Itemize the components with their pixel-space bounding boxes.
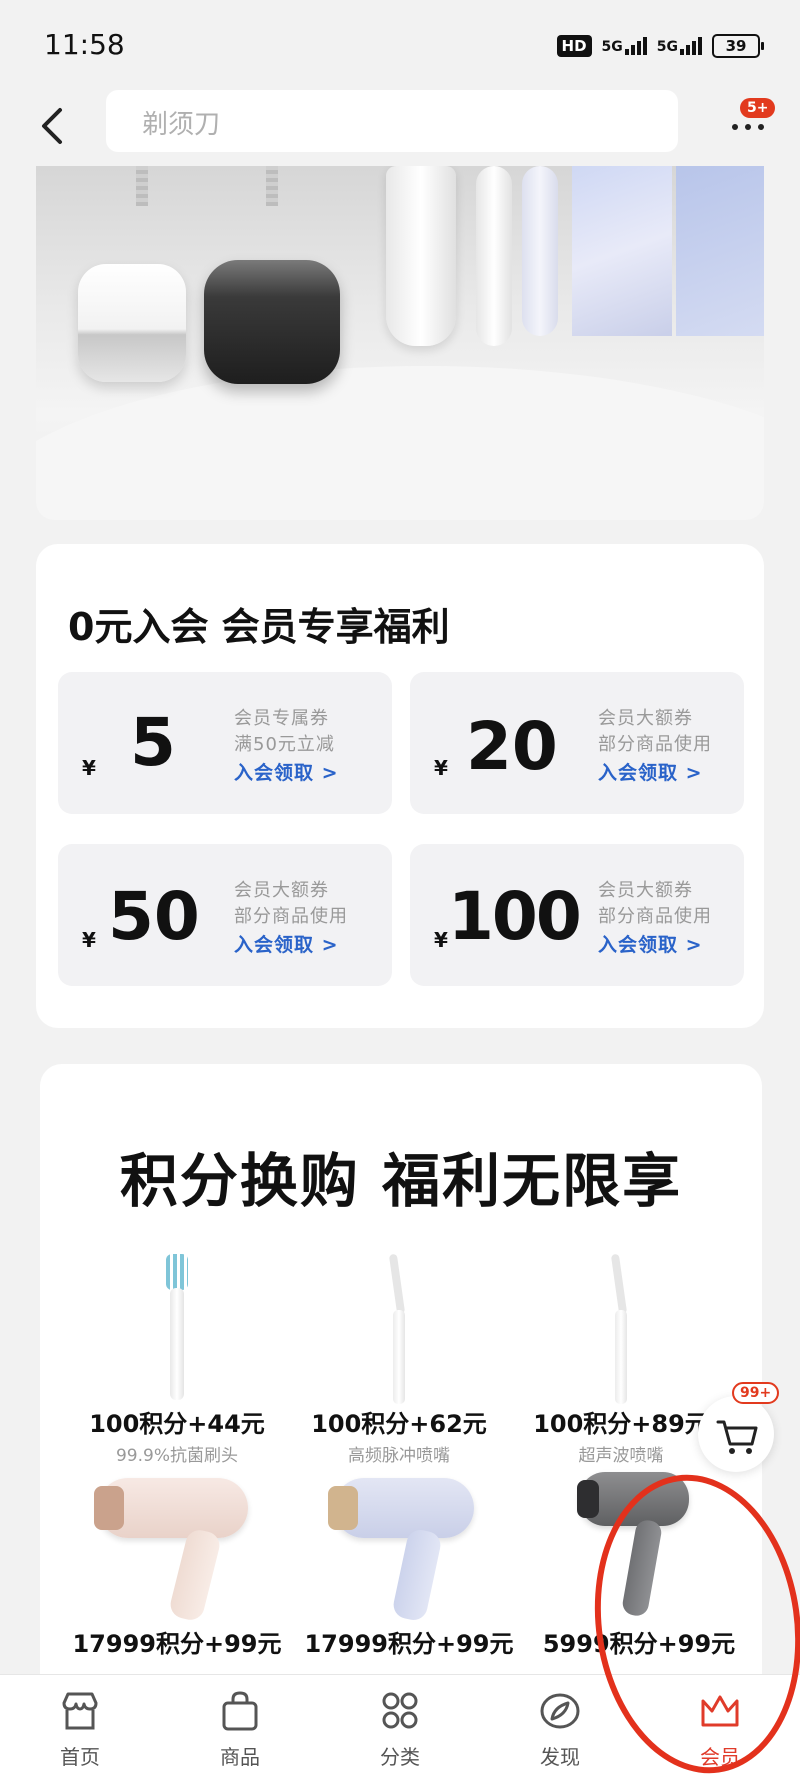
sim1-label: 5G xyxy=(601,39,623,55)
currency-symbol: ¥ xyxy=(82,928,96,952)
bottom-tab-bar: 首页 商品 分类 发现 会员 xyxy=(0,1674,800,1777)
product-box-image xyxy=(572,166,672,336)
claim-coupon-link[interactable]: 入会领取 > xyxy=(598,930,703,957)
item-description: 99.9%抗菌刷头 xyxy=(115,1446,238,1466)
toothbrush-image xyxy=(522,166,558,336)
coupon-condition: 满50元立减 xyxy=(234,734,335,755)
tab-member[interactable]: 会员 xyxy=(640,1675,800,1777)
status-bar: 11:58 HD 5G 5G 39 xyxy=(0,0,800,90)
signal-1-icon: 5G xyxy=(602,37,647,55)
hd-voice-icon: HD xyxy=(556,35,592,57)
banner-background xyxy=(36,366,764,520)
item-description: 高频脉冲喷嘴 xyxy=(348,1446,450,1466)
cord-decoration xyxy=(136,166,148,206)
shaver-white-image xyxy=(78,264,186,382)
coupon-condition: 部分商品使用 xyxy=(234,906,348,927)
exchange-item[interactable]: 100积分+44元 99.9%抗菌刷头 xyxy=(62,1254,292,1466)
more-menu-button[interactable]: 5+ xyxy=(726,98,776,144)
floating-cart-button[interactable]: 99+ xyxy=(698,1382,780,1472)
message-badge: 5+ xyxy=(740,98,776,118)
back-button[interactable] xyxy=(34,96,74,152)
tab-label: 首页 xyxy=(60,1745,100,1769)
currency-symbol: ¥ xyxy=(434,928,448,952)
coupon-type: 会员大额券 xyxy=(234,880,329,901)
coupon-amount: 100 xyxy=(448,878,582,955)
item-price: 5999积分+99元 xyxy=(542,1630,736,1658)
coupon-card[interactable]: ¥ 5 会员专属券 满50元立减 入会领取 > xyxy=(58,672,392,814)
coupon-amount: 5 xyxy=(130,704,176,781)
signal-2-icon: 5G xyxy=(657,37,702,55)
points-exchange-card: 积分换购 福利无限享 100积分+44元 99.9%抗菌刷头 100积分+62元… xyxy=(40,1064,762,1704)
crown-icon xyxy=(701,1695,739,1727)
tab-label: 分类 xyxy=(380,1745,420,1769)
hair-dryer-blue-image xyxy=(324,1468,494,1624)
currency-symbol: ¥ xyxy=(434,756,448,780)
item-price: 100积分+44元 xyxy=(89,1410,265,1438)
status-time: 11:58 xyxy=(44,28,125,61)
shaver-black-image xyxy=(204,260,340,384)
toothbrush-image xyxy=(476,166,512,346)
hair-dryer-pink-image xyxy=(92,1468,262,1624)
claim-coupon-link[interactable]: 入会领取 > xyxy=(234,758,339,785)
water-flosser-image xyxy=(386,166,456,346)
back-arrow-icon xyxy=(42,108,62,144)
points-title: 积分换购 福利无限享 xyxy=(119,1147,683,1215)
tab-label: 商品 xyxy=(220,1745,260,1769)
exchange-item[interactable]: 17999积分+99元 xyxy=(62,1468,292,1659)
claim-coupon-link[interactable]: 入会领取 > xyxy=(234,930,339,957)
coupon-type: 会员大额券 xyxy=(598,708,693,729)
search-input[interactable]: 剃须刀 xyxy=(106,90,678,152)
coupon-card[interactable]: ¥ 100 会员大额券 部分商品使用 入会领取 > xyxy=(410,844,744,986)
search-placeholder: 剃须刀 xyxy=(142,110,221,140)
member-benefits-card: 0元入会 会员专享福利 ¥ 5 会员专属券 满50元立减 入会领取 > ¥ 20… xyxy=(36,544,764,1028)
coupon-amount: 50 xyxy=(108,878,200,955)
item-price: 17999积分+99元 xyxy=(304,1630,514,1658)
ultrasonic-nozzle-image xyxy=(609,1253,633,1404)
coupon-card[interactable]: ¥ 50 会员大额券 部分商品使用 入会领取 > xyxy=(58,844,392,986)
tab-categories[interactable]: 分类 xyxy=(320,1675,480,1777)
tab-discover[interactable]: 发现 xyxy=(480,1675,640,1777)
exchange-item[interactable]: 5999积分+99元 xyxy=(524,1468,754,1659)
hair-dryer-gray-image xyxy=(569,1468,709,1624)
bag-icon xyxy=(222,1691,258,1731)
coupon-card[interactable]: ¥ 20 会员大额券 部分商品使用 入会领取 > xyxy=(410,672,744,814)
status-indicators: HD 5G 5G 39 xyxy=(556,34,764,58)
product-box-image xyxy=(676,166,764,336)
coupon-type: 会员大额券 xyxy=(598,880,693,901)
tab-products[interactable]: 商品 xyxy=(160,1675,320,1777)
tab-home[interactable]: 首页 xyxy=(0,1675,160,1777)
claim-coupon-link[interactable]: 入会领取 > xyxy=(598,758,703,785)
tab-label: 会员 xyxy=(700,1745,740,1769)
more-dots-icon xyxy=(732,124,764,130)
top-bar: 剃须刀 5+ xyxy=(0,90,800,166)
exchange-item[interactable]: 17999积分+99元 xyxy=(294,1468,524,1659)
member-title: 0元入会 会员专享福利 xyxy=(68,605,450,649)
grid-icon xyxy=(382,1692,418,1729)
item-price: 17999积分+99元 xyxy=(72,1630,282,1658)
coupon-condition: 部分商品使用 xyxy=(598,734,712,755)
coupon-type: 会员专属券 xyxy=(234,708,329,729)
cord-decoration xyxy=(266,166,278,206)
store-icon xyxy=(62,1692,98,1730)
currency-symbol: ¥ xyxy=(82,756,96,780)
tab-label: 发现 xyxy=(540,1745,580,1769)
battery-icon: 39 xyxy=(712,34,764,58)
compass-icon xyxy=(540,1693,580,1729)
exchange-item[interactable]: 100积分+62元 高频脉冲喷嘴 xyxy=(284,1253,514,1466)
sim2-label: 5G xyxy=(656,39,678,55)
item-price: 100积分+62元 xyxy=(311,1410,487,1438)
coupon-amount: 20 xyxy=(466,708,558,785)
cart-icon xyxy=(716,1420,758,1454)
cart-count-badge: 99+ xyxy=(732,1382,780,1404)
coupon-condition: 部分商品使用 xyxy=(598,906,712,927)
flosser-nozzle-image xyxy=(387,1253,411,1404)
toothbrush-head-image xyxy=(162,1254,192,1404)
product-banner[interactable] xyxy=(36,166,764,520)
